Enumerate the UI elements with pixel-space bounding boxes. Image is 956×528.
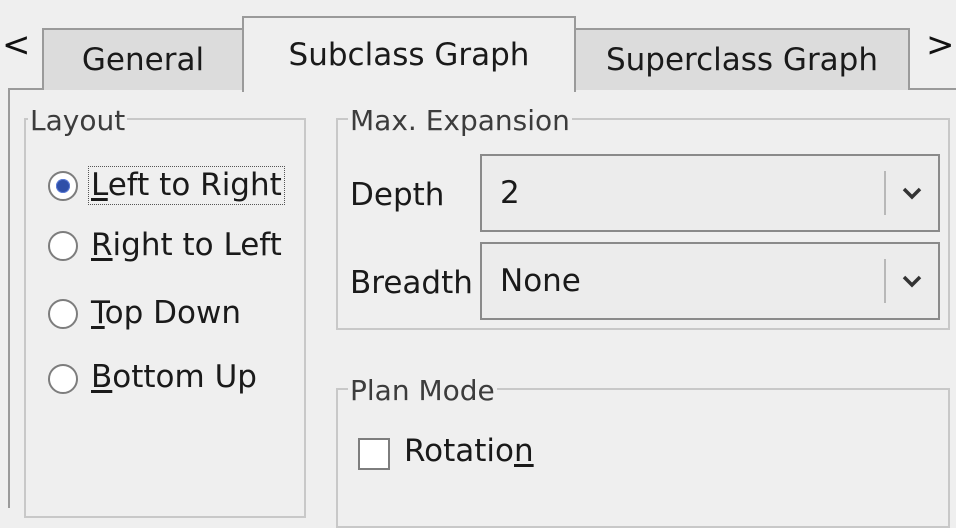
radio-top-down-label[interactable]: Top Down <box>91 298 241 329</box>
mnemonic-underline: R <box>91 227 113 263</box>
tab-superclass-graph[interactable]: Superclass Graph <box>574 28 910 90</box>
label-text: op Down <box>104 295 242 331</box>
radio-right-to-left[interactable] <box>48 231 78 261</box>
label-text: ottom Up <box>112 359 257 395</box>
tab-general-label: General <box>81 42 205 78</box>
depth-label: Depth <box>350 177 445 213</box>
chevron-down-icon[interactable] <box>886 244 938 318</box>
tab-general[interactable]: General <box>42 28 244 90</box>
tab-scroll-right-icon[interactable]: > <box>926 28 955 62</box>
mnemonic-underline: n <box>514 433 534 469</box>
tab-subclass-graph[interactable]: Subclass Graph <box>242 16 576 92</box>
radio-top-down[interactable] <box>48 299 78 329</box>
label-text: eft to Right <box>107 167 282 203</box>
chevron-down-icon[interactable] <box>886 156 938 230</box>
tab-superclass-graph-label: Superclass Graph <box>605 42 879 78</box>
rotation-checkbox-label[interactable]: Rotation <box>404 436 534 467</box>
mnemonic-underline: T <box>91 295 105 331</box>
plan-mode-group-title: Plan Mode <box>348 374 497 407</box>
tab-scroll-left-icon[interactable]: < <box>2 28 31 62</box>
breadth-select[interactable]: None <box>480 242 940 320</box>
tab-subclass-graph-label: Subclass Graph <box>288 37 530 73</box>
radio-bottom-up[interactable] <box>48 364 78 394</box>
breadth-label: Breadth <box>350 265 473 301</box>
mnemonic-underline: B <box>91 359 113 395</box>
label-text: Rotatio <box>404 433 514 469</box>
radio-left-to-right[interactable] <box>48 171 78 201</box>
breadth-select-value: None <box>500 263 581 299</box>
mnemonic-underline: L <box>91 167 108 203</box>
rotation-checkbox[interactable] <box>358 438 390 470</box>
radio-right-to-left-label[interactable]: Right to Left <box>91 230 282 261</box>
radio-selected-dot <box>56 179 70 193</box>
label-text: ight to Left <box>112 227 282 263</box>
layout-group-title: Layout <box>28 104 128 137</box>
max-expansion-group-title: Max. Expansion <box>348 104 572 137</box>
depth-select-value: 2 <box>500 175 520 211</box>
depth-select[interactable]: 2 <box>480 154 940 232</box>
radio-left-to-right-label[interactable]: Left to Right <box>88 166 285 205</box>
radio-bottom-up-label[interactable]: Bottom Up <box>91 362 257 393</box>
